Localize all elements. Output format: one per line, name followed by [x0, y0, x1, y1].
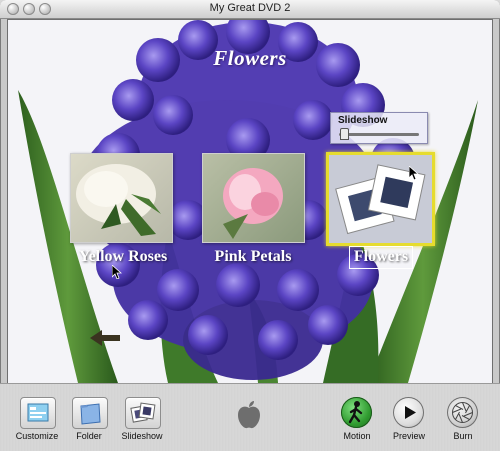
title-bar[interactable]: My Great DVD 2: [0, 0, 500, 19]
back-arrow-icon[interactable]: [90, 330, 120, 346]
folder-label: Folder: [76, 431, 102, 441]
menu-button-pink-petals-thumbnail[interactable]: [202, 153, 305, 243]
motion-label: Motion: [343, 431, 371, 441]
folder-icon: [80, 403, 101, 425]
window-title: My Great DVD 2: [209, 2, 291, 14]
apple-logo-icon: [238, 401, 260, 429]
slideshow-popup-label: Slideshow: [338, 115, 388, 126]
play-icon: [405, 406, 416, 419]
slideshow-duration-popup[interactable]: Slideshow: [330, 112, 428, 144]
preview-label: Preview: [392, 431, 425, 441]
dvd-window: My Great DVD 2 Flowers Slideshow Yellow …: [0, 0, 500, 451]
add-slideshow-button[interactable]: [125, 397, 161, 429]
pink-petal-photo-icon: [223, 168, 283, 239]
menu-canvas[interactable]: Flowers Slideshow Yellow Roses Pink Peta…: [7, 19, 493, 384]
menu-button-yellow-roses-label[interactable]: Yellow Roses: [68, 248, 178, 266]
mouse-pointer-icon: [409, 166, 419, 180]
slideshow-slider-knob[interactable]: [340, 128, 349, 140]
preview-button[interactable]: [393, 397, 424, 428]
burn-aperture-icon: [452, 402, 473, 423]
burn-button[interactable]: [447, 397, 478, 428]
motion-toggle-button[interactable]: [341, 397, 372, 428]
menu-title: Flowers: [213, 46, 287, 70]
customize-label: Customize: [15, 431, 59, 441]
mouse-pointer-icon: [112, 265, 122, 279]
rose-photo-icon: [76, 164, 161, 236]
walking-figure-icon: [348, 401, 363, 424]
customize-panel-icon: [27, 403, 49, 422]
burn-label: Burn: [453, 431, 473, 441]
slideshow-slider-track[interactable]: [339, 133, 419, 136]
menu-button-pink-petals-label[interactable]: Pink Petals: [198, 248, 308, 266]
menu-button-flowers-label[interactable]: Flowers: [349, 246, 413, 269]
slideshow-label: Slideshow: [121, 431, 163, 441]
bottom-toolbar: Customize Folder Slideshow Motion Previe…: [0, 383, 500, 451]
menu-button-yellow-roses-thumbnail[interactable]: [70, 153, 173, 243]
customize-button[interactable]: [20, 397, 56, 429]
slideshow-icon: [130, 402, 156, 423]
add-folder-button[interactable]: [72, 397, 108, 429]
